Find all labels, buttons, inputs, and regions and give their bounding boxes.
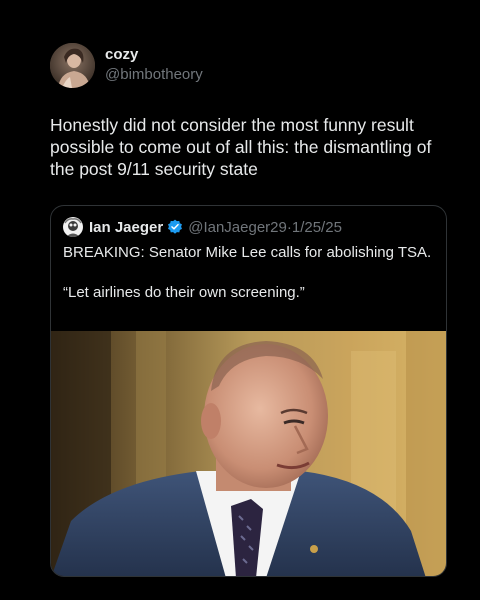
author-handle[interactable]: @bimbotheory xyxy=(105,65,203,85)
quoted-post-text-line: BREAKING: Senator Mike Lee calls for abo… xyxy=(63,244,432,261)
quoted-author-avatar[interactable] xyxy=(63,217,83,237)
author-avatar[interactable] xyxy=(50,43,95,88)
quoted-post-photo[interactable] xyxy=(51,331,446,576)
quoted-post[interactable]: Ian Jaeger @IanJaeger29 · 1/25/25 BREAKI… xyxy=(50,205,447,577)
quoted-post-date[interactable]: 1/25/25 xyxy=(292,219,342,236)
quoted-post-text-line: “Let airlines do their own screening.” xyxy=(63,284,305,301)
photo-icon xyxy=(51,331,446,576)
quoted-author-handle[interactable]: @IanJaeger29 xyxy=(188,219,287,236)
author-display-name[interactable]: cozy xyxy=(105,46,203,64)
avatar-photo-icon xyxy=(63,217,83,237)
post-card: cozy @bimbotheory Honestly did not consi… xyxy=(0,0,480,600)
post-text: Honestly did not consider the most funny… xyxy=(50,115,432,179)
quoted-author-display-name[interactable]: Ian Jaeger xyxy=(89,219,163,236)
quoted-post-header: Ian Jaeger @IanJaeger29 · 1/25/25 xyxy=(63,217,342,237)
author-info: cozy @bimbotheory xyxy=(105,46,203,85)
avatar-photo-icon xyxy=(50,43,95,88)
quoted-post-text: BREAKING: Senator Mike Lee calls for abo… xyxy=(63,243,435,303)
verified-badge-icon xyxy=(168,219,183,234)
